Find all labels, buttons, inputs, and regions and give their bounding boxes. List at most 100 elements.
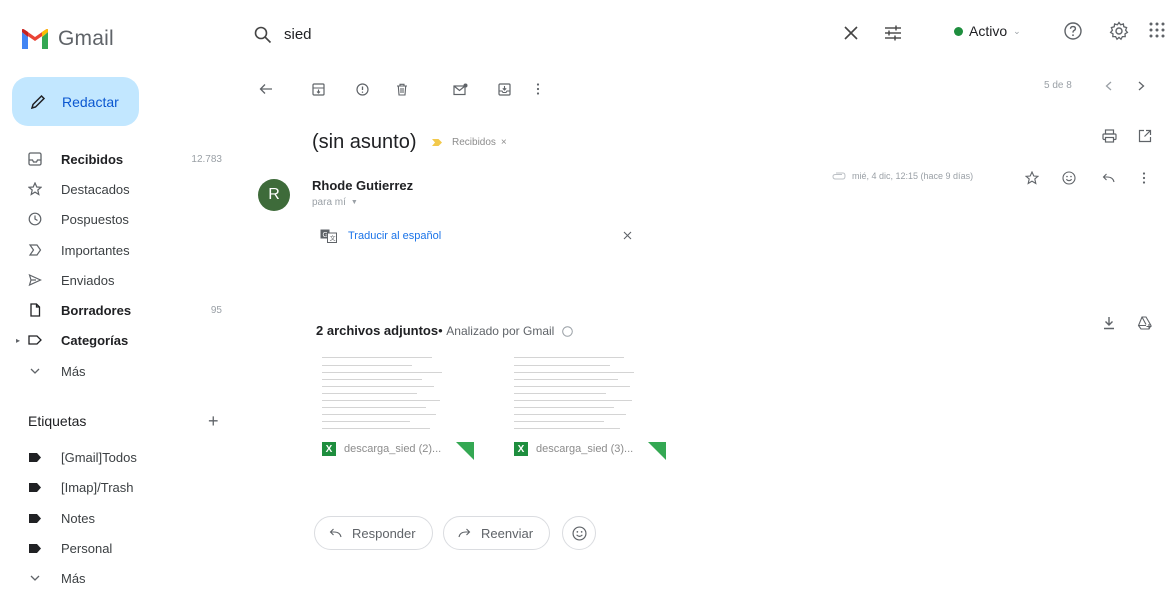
attachment-footer: X descarga_sied (3)... [514, 442, 633, 456]
attachment-preview [508, 352, 666, 436]
gmail-m-icon [22, 29, 48, 49]
recipient-text: para mí [312, 197, 346, 208]
inbox-icon [26, 150, 44, 168]
translate-link[interactable]: Traducir al español [348, 230, 441, 242]
help-icon[interactable] [1062, 20, 1084, 42]
more-options-icon[interactable] [528, 79, 548, 99]
unread-count: 12.783 [191, 153, 222, 165]
nav-item-inbox[interactable]: Recibidos 12.783 [26, 146, 222, 172]
forward-button[interactable]: Reenviar [443, 516, 551, 550]
attachment-card[interactable]: X descarga_sied (2)... [316, 352, 474, 462]
reply-icon[interactable] [1100, 170, 1116, 186]
sender-avatar[interactable]: R [258, 179, 290, 211]
status-label: Activo [969, 23, 1008, 39]
back-arrow-icon[interactable] [256, 79, 276, 99]
remove-label-icon[interactable]: × [501, 137, 507, 148]
label-chip[interactable]: Recibidos × [452, 137, 507, 148]
expand-arrow-icon[interactable]: ▸ [16, 336, 26, 345]
excel-file-icon: X [322, 442, 336, 456]
search-icon[interactable] [254, 26, 272, 44]
nav-item-categories[interactable]: ▸ Categorías [16, 327, 222, 353]
message-date: mié, 4 dic, 12:15 (hace 9 días) [832, 171, 973, 181]
gmail-logo[interactable]: Gmail [22, 24, 132, 54]
label-tag-icon [26, 539, 44, 557]
translate-bar: G文 Traducir al español [320, 229, 441, 243]
label-item[interactable]: Notes [26, 505, 222, 531]
archive-icon[interactable] [308, 79, 328, 99]
reply-button[interactable]: Responder [314, 516, 433, 550]
add-to-drive-icon[interactable] [1136, 314, 1154, 332]
important-marker-icon[interactable] [432, 139, 442, 146]
reply-label: Responder [352, 525, 416, 541]
sender-name[interactable]: Rhode Gutierrez [312, 178, 413, 193]
fold-corner-icon [648, 442, 666, 460]
excel-file-icon: X [514, 442, 528, 456]
labels-heading: Etiquetas [28, 413, 87, 429]
trash-icon[interactable] [392, 79, 412, 99]
recipient-details[interactable]: para mí ▼ [312, 197, 358, 208]
star-icon[interactable] [1024, 170, 1040, 186]
nav-label: Enviados [61, 272, 115, 288]
label-name: Notes [61, 510, 95, 526]
nav-item-starred[interactable]: Destacados [26, 176, 222, 202]
search-input[interactable]: sied [284, 26, 312, 43]
status-dot [954, 26, 963, 36]
attachment-clip-icon [832, 172, 846, 180]
attachment-card[interactable]: X descarga_sied (3)... [508, 352, 666, 462]
open-in-new-window-icon[interactable] [1136, 127, 1154, 145]
label-name: Personal [61, 540, 113, 556]
label-item[interactable]: Personal [26, 535, 222, 561]
search-options-icon[interactable] [882, 22, 904, 44]
next-message-icon[interactable] [1134, 78, 1148, 94]
compose-label: Redactar [62, 93, 119, 110]
add-label-icon[interactable]: + [208, 411, 219, 432]
apps-grid-icon[interactable] [1148, 21, 1166, 39]
compose-button[interactable]: Redactar [12, 77, 139, 126]
reply-icon [329, 528, 342, 538]
chevron-down-icon [26, 569, 44, 587]
nav-item-sent[interactable]: Enviados [26, 267, 222, 293]
important-icon [26, 241, 44, 259]
draft-icon [26, 301, 44, 319]
nav-item-important[interactable]: Importantes [26, 237, 222, 263]
label-item[interactable]: [Imap]/Trash [26, 474, 222, 500]
forward-label: Reenviar [481, 525, 534, 541]
mark-unread-icon[interactable] [450, 79, 470, 99]
clock-icon [26, 210, 44, 228]
close-icon[interactable] [620, 228, 634, 242]
attachments-summary: 2 archivos adjuntos• Analizado por Gmail [316, 323, 573, 338]
label-tag-icon [26, 478, 44, 496]
nav-item-snoozed[interactable]: Pospuestos [26, 206, 222, 232]
prev-message-icon[interactable] [1101, 78, 1115, 94]
print-icon[interactable] [1100, 127, 1118, 145]
report-spam-icon[interactable] [352, 79, 372, 99]
emoji-reaction-button[interactable] [562, 516, 596, 550]
download-all-icon[interactable] [1100, 314, 1118, 332]
status-selector[interactable]: Activo ⌄ [954, 22, 1021, 40]
attachment-preview [316, 352, 474, 436]
pencil-icon [30, 94, 46, 110]
label-outline-icon [26, 331, 44, 349]
nav-item-more[interactable]: Más [26, 358, 222, 384]
smiley-icon [571, 525, 587, 541]
nav-label: Pospuestos [61, 211, 129, 227]
avatar-letter: R [268, 186, 280, 203]
emoji-reaction-icon[interactable] [1061, 170, 1077, 186]
nav-label: Borradores [61, 302, 132, 318]
move-to-icon[interactable] [494, 79, 514, 99]
more-options-icon[interactable] [1136, 170, 1152, 186]
labels-more[interactable]: Más [26, 565, 222, 591]
gmail-wordmark: Gmail [58, 27, 114, 50]
label-item[interactable]: [Gmail]Todos [26, 444, 222, 470]
label-chip-text: Recibidos [452, 137, 496, 148]
attachments-count: 2 archivos adjuntos [316, 323, 439, 338]
caret-down-icon: ▼ [350, 199, 358, 206]
nav-item-drafts[interactable]: Borradores 95 [26, 297, 222, 323]
pager-count: 5 de 8 [1044, 80, 1072, 91]
settings-gear-icon[interactable] [1108, 20, 1130, 42]
chevron-down-icon [26, 362, 44, 380]
info-icon[interactable] [562, 326, 573, 337]
clear-search-icon[interactable] [840, 22, 862, 44]
send-icon [26, 271, 44, 289]
translate-icon: G文 [320, 229, 338, 243]
